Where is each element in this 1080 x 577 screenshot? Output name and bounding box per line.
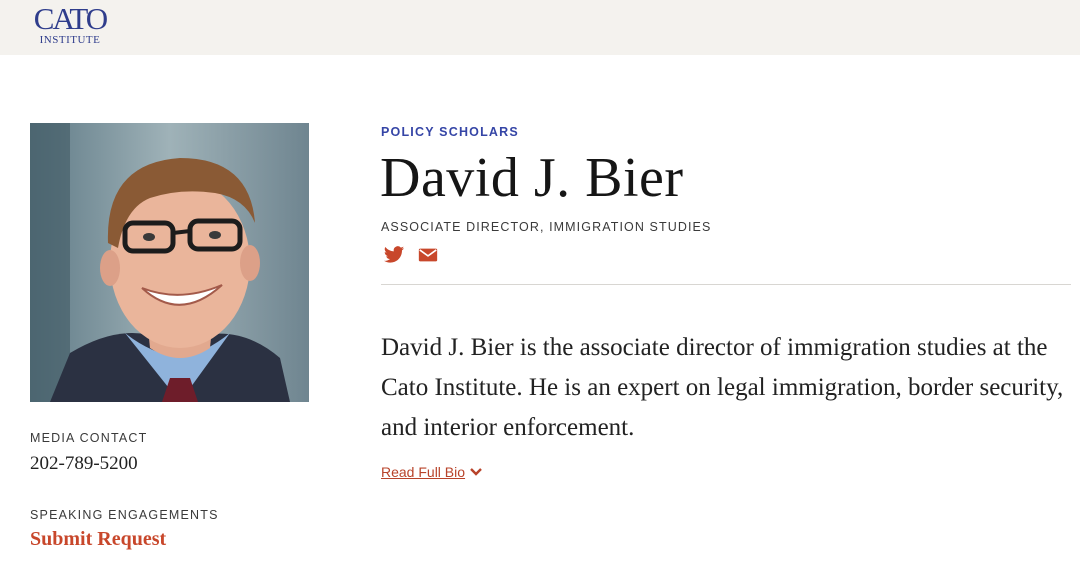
chevron-down-icon (470, 468, 482, 476)
scholar-name: David J. Bier (380, 147, 684, 209)
social-links (382, 244, 440, 266)
cato-institute-logo[interactable]: CATO INSTITUTE (30, 1, 110, 50)
media-contact-label: MEDIA CONTACT (30, 431, 148, 445)
submit-request-link[interactable]: Submit Request (30, 528, 166, 551)
logo-subtitle: INSTITUTE (39, 34, 101, 46)
portrait-illustration (30, 123, 309, 402)
read-full-bio-label: Read Full Bio (381, 464, 466, 480)
media-contact-phone[interactable]: 202-789-5200 (30, 453, 138, 475)
speaking-engagements-label: SPEAKING ENGAGEMENTS (30, 508, 219, 522)
scholar-bio: David J. Bier is the associate director … (381, 334, 1064, 441)
email-icon[interactable] (416, 244, 440, 266)
section-divider (381, 284, 1071, 285)
twitter-icon[interactable] (382, 244, 406, 266)
scholar-title: ASSOCIATE DIRECTOR, IMMIGRATION STUDIES (381, 220, 712, 234)
scholar-photo (30, 123, 309, 402)
logo-wordmark: CATO (33, 1, 108, 36)
read-full-bio-link[interactable]: Read Full Bio (381, 464, 483, 480)
site-header: CATO INSTITUTE (0, 0, 1080, 55)
scholar-category[interactable]: POLICY SCHOLARS (381, 125, 519, 139)
